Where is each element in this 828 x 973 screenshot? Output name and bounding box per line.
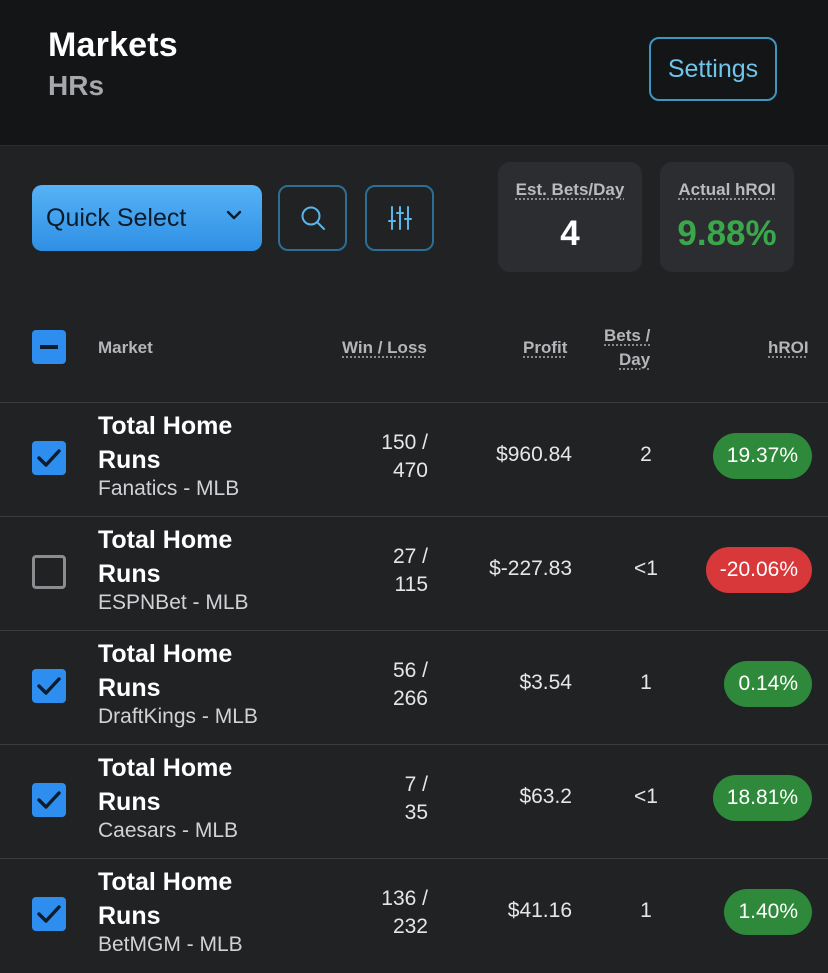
- losses: 470: [392, 459, 428, 482]
- est-bets-label[interactable]: Est. Bets/Day: [498, 180, 642, 200]
- market-book: BetMGM - MLB: [98, 933, 243, 956]
- chevron-down-icon: [226, 210, 242, 220]
- actual-hroi-card: Actual hROI 9.88%: [660, 162, 794, 272]
- sliders-icon: [387, 206, 412, 230]
- est-bets-card: Est. Bets/Day 4: [498, 162, 642, 272]
- column-header-market: Market: [98, 338, 153, 357]
- table-row[interactable]: Total Home Runs Caesars - MLB 7 /35 $63.2 <1…: [0, 744, 828, 859]
- market-book: Fanatics - MLB: [98, 477, 240, 500]
- row-checkbox[interactable]: [32, 897, 66, 931]
- bets-per-day: 1: [640, 899, 652, 922]
- wins: 27 /: [392, 545, 428, 568]
- bets-per-day: <1: [634, 557, 658, 580]
- search-button[interactable]: [278, 185, 347, 251]
- losses: 35: [404, 801, 428, 824]
- table-row[interactable]: Total Home Runs ESPNBet - MLB 27 / 115 $-227…: [0, 516, 828, 631]
- win-loss: 27 / 115: [393, 543, 428, 599]
- page-subtitle: HRs: [48, 70, 105, 101]
- check-icon: [37, 905, 61, 923]
- actual-hroi-label[interactable]: Actual hROI: [660, 180, 794, 200]
- market-book: ESPNBet - MLB: [98, 591, 249, 614]
- market-book: DraftKings - MLB: [98, 705, 258, 728]
- row-checkbox[interactable]: [32, 555, 66, 589]
- wins: 136 /: [381, 887, 428, 910]
- hroi-badge: 18.81%: [712, 775, 812, 821]
- win-loss: 150 / 470: [381, 429, 428, 485]
- bets-per-day: <1: [634, 785, 658, 808]
- profit: $3.54: [519, 671, 572, 694]
- table-row[interactable]: Total Home Runs BetMGM - MLB 136 / 232 $41.1…: [0, 858, 828, 973]
- market-name: Total Home Runs: [98, 754, 233, 816]
- market-name: Total Home Runs: [98, 526, 233, 588]
- column-header-hroi[interactable]: hROI: [768, 338, 809, 358]
- column-header-win-loss[interactable]: Win / Loss: [342, 338, 427, 358]
- hroi-badge: -20.06%: [705, 547, 812, 593]
- bets-day-line-1: Bets /: [604, 326, 651, 345]
- column-header-profit[interactable]: Profit: [523, 338, 567, 358]
- row-checkbox[interactable]: [32, 441, 66, 475]
- table-row[interactable]: Total Home Runs DraftKings - MLB 56 / 266 $3…: [0, 630, 828, 745]
- losses: 266: [392, 687, 428, 710]
- quick-select-label: Quick Select: [46, 203, 187, 232]
- select-all-checkbox[interactable]: [32, 330, 66, 364]
- wins: 56 /: [392, 659, 428, 682]
- row-checkbox[interactable]: [32, 783, 66, 817]
- win-loss: 7 /35: [405, 771, 428, 827]
- market-name: Total Home Runs: [98, 412, 233, 474]
- settings-button[interactable]: Settings: [649, 37, 777, 101]
- profit: $-227.83: [489, 557, 572, 580]
- check-icon: [37, 449, 61, 467]
- win-loss: 56 / 266: [393, 657, 428, 713]
- minus-icon: [40, 345, 58, 349]
- filter-button[interactable]: [365, 185, 434, 251]
- app-header: Markets HRs Settings: [0, 0, 828, 146]
- check-icon: [37, 791, 61, 809]
- win-loss: 136 / 232: [381, 885, 428, 941]
- profit: $960.84: [496, 443, 572, 466]
- profit: $63.2: [519, 785, 572, 808]
- row-checkbox[interactable]: [32, 669, 66, 703]
- hroi-badge: 1.40%: [724, 889, 812, 935]
- bets-per-day: 1: [640, 671, 652, 694]
- est-bets-value: 4: [560, 214, 580, 253]
- wins: 150 /: [381, 431, 428, 454]
- column-header-bets-day[interactable]: Bets /: [604, 326, 650, 346]
- market-name: Total Home Runs: [98, 640, 233, 702]
- page-title: Markets: [48, 26, 178, 64]
- column-header-bets-day-2[interactable]: Day: [619, 350, 650, 370]
- check-icon: [37, 677, 61, 695]
- losses: 232: [392, 915, 428, 938]
- bets-per-day: 2: [640, 443, 652, 466]
- table-row[interactable]: Total Home Runs Fanatics - MLB 150 / 470 $96…: [0, 402, 828, 517]
- profit: $41.16: [507, 899, 572, 922]
- actual-hroi-value: 9.88%: [677, 214, 777, 253]
- wins: 7 /: [404, 773, 428, 796]
- market-name: Total Home Runs: [98, 868, 233, 930]
- losses: 115: [394, 573, 428, 596]
- hroi-badge: 19.37%: [712, 433, 812, 479]
- market-book: Caesars - MLB: [98, 819, 239, 842]
- search-icon: [301, 206, 325, 230]
- hroi-badge: 0.14%: [724, 661, 812, 707]
- quick-select-dropdown[interactable]: Quick Select: [32, 185, 262, 251]
